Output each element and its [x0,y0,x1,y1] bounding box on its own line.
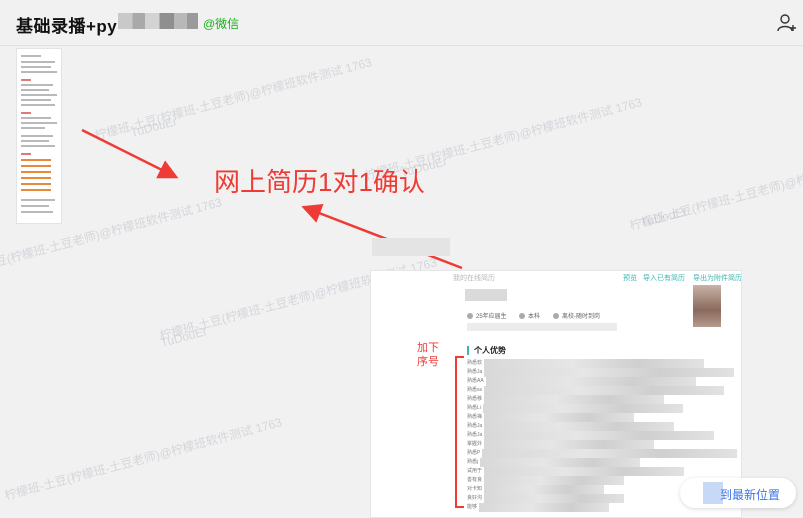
resume-row: 试用于 [467,467,685,476]
resume-row-label: 熟悉Ja [467,423,483,429]
resume-row-label: 熟悉Ja [467,432,483,438]
resume-row-label: 对卡知 [467,486,483,492]
blurred-content [484,395,665,404]
resume-row-label: 熟悉ss [467,387,483,393]
annotation-hint: 加下 序号 [417,342,439,368]
blurred-content [484,494,625,503]
resume-row: 熟悉禅 [467,413,635,422]
resume-row-label: 善有良 [467,477,483,483]
document-thumbnail[interactable] [16,48,62,224]
export-resume-link[interactable]: 导出为附件简历 [693,273,741,283]
resume-row-label: 熟悉AA [467,378,484,384]
redacted-name [465,289,507,301]
blurred-content [372,238,450,256]
meta-graduate: 25年应届生 [467,311,507,320]
preview-link[interactable]: 预览 [623,273,637,283]
resume-row-label: 熟悉j [467,459,479,465]
window-control-dots[interactable]: ·· [760,0,770,5]
jump-to-latest-label: 到最新位置 [720,488,781,502]
blurred-content [479,503,610,512]
avatar [693,285,721,327]
resume-row: 掌握外 [467,440,655,449]
resume-row: 熟悉ss [467,386,725,395]
blurred-content [484,413,635,422]
blurred-content [484,485,605,494]
resume-row-label: 能够 [467,504,478,510]
jump-to-latest-button[interactable]: 到最新位置 [680,478,796,508]
redacted-contact [467,323,617,331]
blurred-content [485,377,696,386]
resume-row: 熟悉Ja [467,422,675,431]
blurred-content [482,404,683,413]
resume-row-label: 熟悉Li [467,405,481,411]
blurred-content [482,449,738,458]
chat-title: 基础录播+py [16,17,118,36]
watermark: 柠檬班-土豆(柠檬班-土豆老师)@柠檬班软件测试 1763 [93,55,374,143]
add-person-icon[interactable] [776,12,798,34]
resume-row-label: 试用于 [467,468,483,474]
section-title: 个人优势 [467,346,506,355]
resume-row: 熟悉Ja [467,368,735,377]
import-resume-link[interactable]: 导入已有简历 [643,273,685,283]
watermark: TuDouEr [128,114,179,140]
meta-degree: 本科 [519,311,540,320]
redacted-group-name [118,13,198,29]
resume-row: 熟悉P [467,449,738,458]
resume-row-label: 熟悉移 [467,396,483,402]
resume-row: 熟悉Li [467,404,683,413]
resume-row: 能够 [467,503,610,512]
blurred-content [484,422,675,431]
watermark: 柠檬班-土豆(柠檬班-土豆老师)@柠檬班软件测试 1763 [3,415,284,503]
blurred-content [484,440,655,449]
resume-row-label: 良好沟 [467,495,483,501]
resume-row: 熟悉Ja [467,431,715,440]
resume-row: 善有良 [467,476,625,485]
annotation-note: 网上简历1对1确认 [214,167,425,197]
resume-row: 熟悉AA [467,377,696,386]
blurred-content [484,368,735,377]
watermark: TuDouEr [638,204,689,230]
watermark: 柠檬班-土豆(柠檬班-土豆老师)@柠檬班软件测试 1763 [628,145,803,233]
chat-header: ·· 基础录播+py @微信 [0,0,803,46]
resume-row-label: 掌握外 [467,441,483,447]
resume-row: 熟悉j [467,458,641,467]
resume-row-label: 熟悉Ja [467,369,483,375]
blurred-content [484,359,705,368]
resume-toolbar: 我的在线简历 预览 导入已有简历 导出为附件简历 [453,273,741,283]
watermark: TuDouEr [158,324,209,350]
resume-row-label: 熟悉软 [467,360,483,366]
resume-row: 对卡知 [467,485,605,494]
annotation-bracket [455,356,464,508]
blurred-content [484,476,625,485]
resume-row-label: 熟悉禅 [467,414,483,420]
arrow-to-thumbnail [81,128,179,179]
resume-row: 良好沟 [467,494,625,503]
resume-row: 熟悉移 [467,395,665,404]
resume-top-label: 我的在线简历 [453,275,495,282]
resume-row-label: 熟悉P [467,450,481,456]
blurred-content [484,431,715,440]
blurred-content [480,458,641,467]
resume-row: 熟悉软 [467,359,705,368]
blurred-content [484,467,685,476]
blurred-content [484,386,725,395]
wechat-tag: @微信 [203,17,240,31]
meta-availability: 离校-随时到岗 [553,311,600,320]
